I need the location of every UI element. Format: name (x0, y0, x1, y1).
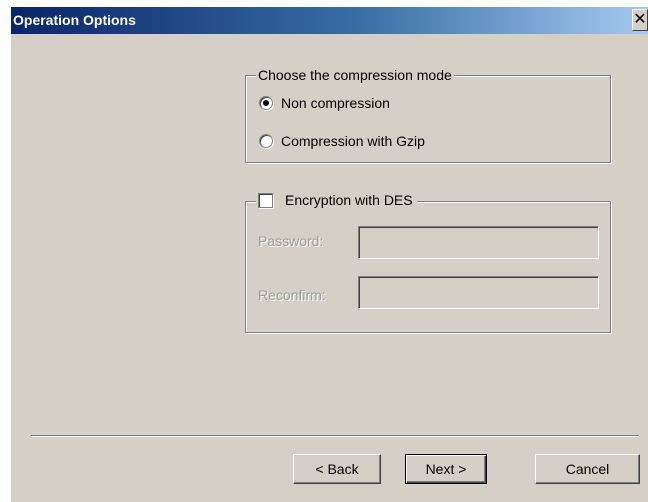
compression-mode-legend: Choose the compression mode (256, 67, 454, 83)
compression-mode-group (245, 75, 611, 163)
radio-compression-gzip[interactable]: Compression with Gzip (259, 133, 425, 149)
reconfirm-label: Reconfirm: (258, 287, 326, 303)
password-label: Password: (258, 233, 324, 249)
encryption-des-label: Encryption with DES (285, 192, 413, 208)
password-field[interactable] (358, 226, 599, 259)
next-button[interactable]: Next > (405, 454, 487, 484)
encryption-des-checkbox-row[interactable]: Encryption with DES (256, 192, 417, 208)
radio-non-compression[interactable]: Non compression (259, 95, 390, 111)
cancel-button[interactable]: Cancel (535, 454, 640, 484)
back-button[interactable]: < Back (293, 454, 381, 484)
radio-compression-gzip-label: Compression with Gzip (281, 133, 425, 149)
operation-options-dialog: Operation Options ✕ Choose the compressi… (11, 7, 648, 502)
encryption-group (245, 201, 611, 333)
title-bar[interactable]: Operation Options ✕ (11, 7, 648, 34)
close-icon: ✕ (633, 9, 647, 28)
reconfirm-field[interactable] (358, 276, 599, 309)
encryption-des-checkbox[interactable] (258, 192, 273, 208)
window-title: Operation Options (13, 12, 136, 28)
radio-button-checked[interactable] (259, 96, 273, 110)
close-button[interactable]: ✕ (632, 9, 648, 31)
radio-non-compression-label: Non compression (281, 95, 390, 111)
footer-separator (31, 435, 639, 437)
radio-button-unchecked[interactable] (259, 134, 273, 148)
